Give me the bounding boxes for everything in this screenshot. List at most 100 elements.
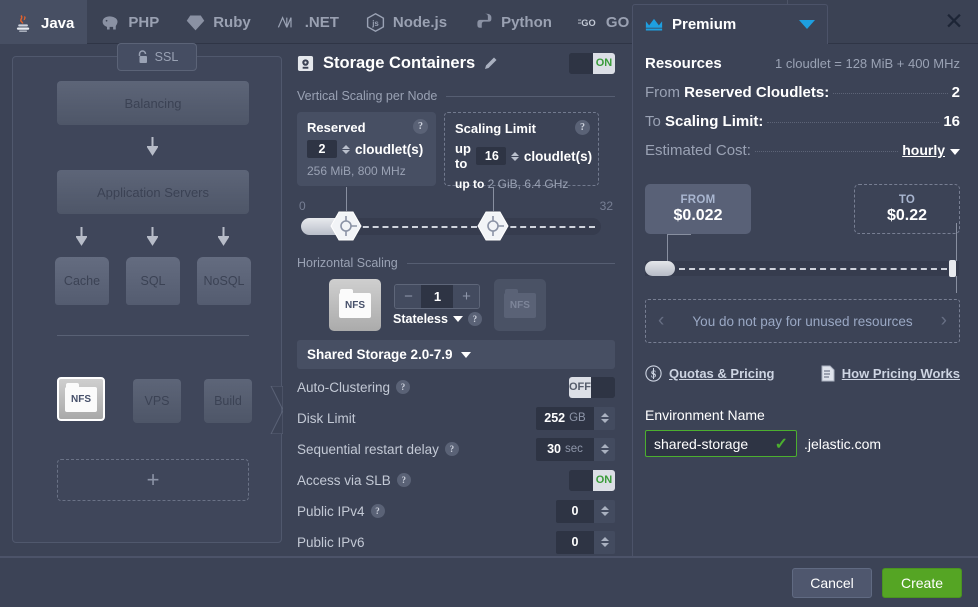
help-icon[interactable]: ? <box>575 120 590 135</box>
property-control: 30 sec <box>536 437 615 461</box>
storage-enable-toggle[interactable]: ON <box>569 52 615 74</box>
java-icon <box>16 14 30 32</box>
restart-delay-stepper[interactable] <box>594 437 615 461</box>
from-reserved-row: From Reserved Cloudlets: 2 <box>645 84 960 113</box>
storage-version-dropdown[interactable]: Shared Storage 2.0-7.9 <box>297 340 615 369</box>
from-reserved-label: From Reserved Cloudlets: <box>645 84 829 101</box>
resources-note: 1 cloudlet = 128 MiB + 400 MHz <box>775 56 960 71</box>
legend-text: Vertical Scaling per Node <box>297 89 438 103</box>
tab-label: Java <box>41 14 75 32</box>
node-nfs[interactable]: NFS <box>57 377 105 421</box>
reserved-card: Reserved ? 2 cloudlet(s) 256 MiB, 800 MH… <box>297 112 436 186</box>
toggle-knob <box>569 469 593 491</box>
auto-clustering-toggle[interactable]: OFF <box>569 376 615 398</box>
help-icon[interactable]: ? <box>444 442 459 456</box>
python-icon <box>477 13 492 28</box>
help-icon[interactable]: ? <box>396 473 411 487</box>
property-label: Auto-Clustering ? <box>297 380 411 395</box>
node-vps[interactable]: VPS <box>133 379 181 423</box>
toggle-label: OFF <box>569 376 591 398</box>
decrement-button[interactable]: − <box>395 285 422 308</box>
tab-ruby[interactable]: Ruby <box>172 0 264 44</box>
reserved-stepper[interactable] <box>342 144 350 154</box>
help-icon[interactable]: ? <box>413 119 428 134</box>
billing-period-dropdown[interactable]: hourly <box>902 142 945 158</box>
from-price-card[interactable]: FROM $0.022 <box>645 184 751 234</box>
reserved-input[interactable]: 2 <box>307 140 337 158</box>
node-nosql[interactable]: NoSQL <box>197 257 251 305</box>
premium-tab[interactable]: Premium <box>632 4 828 44</box>
disk-limit-stepper[interactable] <box>594 406 615 430</box>
create-button[interactable]: Create <box>882 567 962 598</box>
chevron-down-icon <box>452 316 463 322</box>
tab-dotnet[interactable]: .NET <box>264 0 352 44</box>
help-icon[interactable]: ? <box>370 504 385 518</box>
scaling-limit-sub-prefix: up to <box>455 177 485 191</box>
quotas-pricing-link[interactable]: S Quotas & Pricing <box>645 365 774 382</box>
node-label: SQL <box>140 274 166 288</box>
increment-button[interactable]: + <box>453 285 480 308</box>
toggle-label: ON <box>593 52 615 74</box>
chevron-down-icon <box>799 20 815 29</box>
unit: GB <box>569 412 586 424</box>
cancel-button[interactable]: Cancel <box>792 567 872 598</box>
access-slb-toggle[interactable]: ON <box>569 469 615 491</box>
node-cache[interactable]: Cache <box>55 257 109 305</box>
limit-slider-handle[interactable] <box>477 211 509 242</box>
prev-tip-button[interactable]: ‹ <box>658 310 664 332</box>
environment-name-input[interactable]: shared-storage ✓ <box>645 430 797 457</box>
node-count-stepper[interactable]: − 1 + <box>394 284 481 309</box>
reserved-slider-handle[interactable] <box>330 211 362 242</box>
nfs-folder-icon: NFS <box>503 288 536 318</box>
node-sql[interactable]: SQL <box>126 257 180 305</box>
premium-tab-label: Premium <box>672 16 737 33</box>
horizontal-node-ghost[interactable]: NFS <box>493 279 546 331</box>
public-ipv6-stepper[interactable] <box>594 530 615 554</box>
public-ipv6-input[interactable]: 0 <box>556 530 594 554</box>
how-pricing-works-link[interactable]: How Pricing Works <box>821 365 960 382</box>
price-slider-track[interactable] <box>645 260 959 277</box>
environment-domain: .jelastic.com <box>804 435 882 452</box>
price-slider-from-handle[interactable] <box>645 261 675 276</box>
edit-pencil-icon[interactable] <box>484 56 498 70</box>
scaling-limit-stepper[interactable] <box>510 151 519 161</box>
cloudlet-slider[interactable]: 0 32 <box>297 187 615 243</box>
scaling-limit-unit: cloudlet(s) <box>523 148 593 164</box>
nfs-badge-label: NFS <box>509 299 530 311</box>
node-balancing[interactable]: Balancing <box>57 81 249 125</box>
arrow-up-icon <box>600 537 609 541</box>
tab-python[interactable]: Python <box>460 0 565 44</box>
chevron-down-icon <box>950 149 960 155</box>
tab-nodejs[interactable]: js Node.js <box>352 0 460 44</box>
node-label: Build <box>214 394 242 408</box>
node-application-servers[interactable]: Application Servers <box>57 170 249 214</box>
to-caption: TO <box>898 193 916 206</box>
ssl-toggle[interactable]: SSL <box>117 43 197 71</box>
environment-name-value: shared-storage <box>654 435 749 452</box>
scaling-limit-input[interactable]: 16 <box>475 147 506 165</box>
disk-limit-input[interactable]: 252 GB <box>536 406 594 430</box>
stateless-dropdown[interactable]: Stateless ? <box>393 312 482 326</box>
price-slider-to-handle[interactable] <box>949 260 956 277</box>
node-label: VPS <box>144 394 170 408</box>
restart-delay-input[interactable]: 30 sec <box>536 437 594 461</box>
public-ipv4-stepper[interactable] <box>594 499 615 523</box>
public-ipv4-input[interactable]: 0 <box>556 499 594 523</box>
toggle-knob <box>569 52 593 74</box>
legend-rule <box>406 262 615 264</box>
tab-php[interactable]: PHP <box>87 0 172 44</box>
price-range-slider[interactable] <box>645 223 960 293</box>
to-limit-value: 16 <box>943 113 960 130</box>
close-button[interactable]: ✕ <box>940 8 968 36</box>
add-node-button[interactable]: + <box>57 459 249 501</box>
node-count-value[interactable]: 1 <box>421 285 454 308</box>
node-build[interactable]: Build <box>204 379 252 423</box>
to-price-card[interactable]: TO $0.22 <box>854 184 960 234</box>
from-word: From <box>645 84 685 101</box>
nodejs-icon: js <box>366 12 384 32</box>
next-tip-button[interactable]: › <box>941 310 947 332</box>
horizontal-node-active[interactable]: NFS <box>329 279 381 331</box>
tab-java[interactable]: Java <box>0 0 88 44</box>
help-icon[interactable]: ? <box>396 380 411 394</box>
help-icon[interactable]: ? <box>467 312 482 326</box>
